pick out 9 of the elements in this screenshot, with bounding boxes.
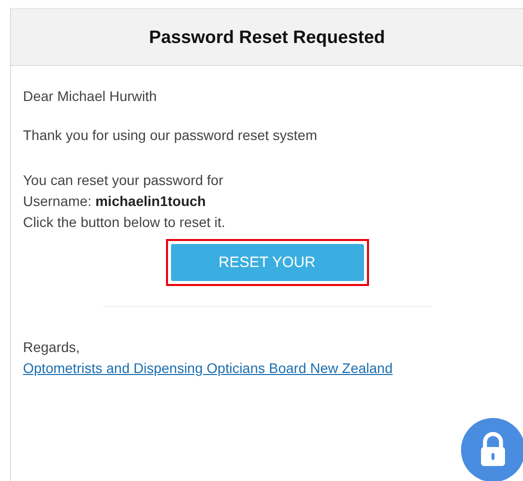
message-line: Click the button below to reset it. <box>23 213 226 232</box>
signature-link[interactable]: Optometrists and Dispensing Opticians Board New Zealand <box>23 360 393 376</box>
greeting-text: Dear Michael Hurwith <box>23 87 158 106</box>
message-line: Username: michaelin1touch <box>23 192 207 211</box>
message-line: You can reset your password for <box>23 171 224 190</box>
closing-text: Regards, <box>23 338 81 357</box>
email-title: Password Reset Requested <box>148 26 386 48</box>
lock-icon[interactable] <box>461 418 523 481</box>
intro-text: Thank you for using our password reset system <box>23 126 318 145</box>
